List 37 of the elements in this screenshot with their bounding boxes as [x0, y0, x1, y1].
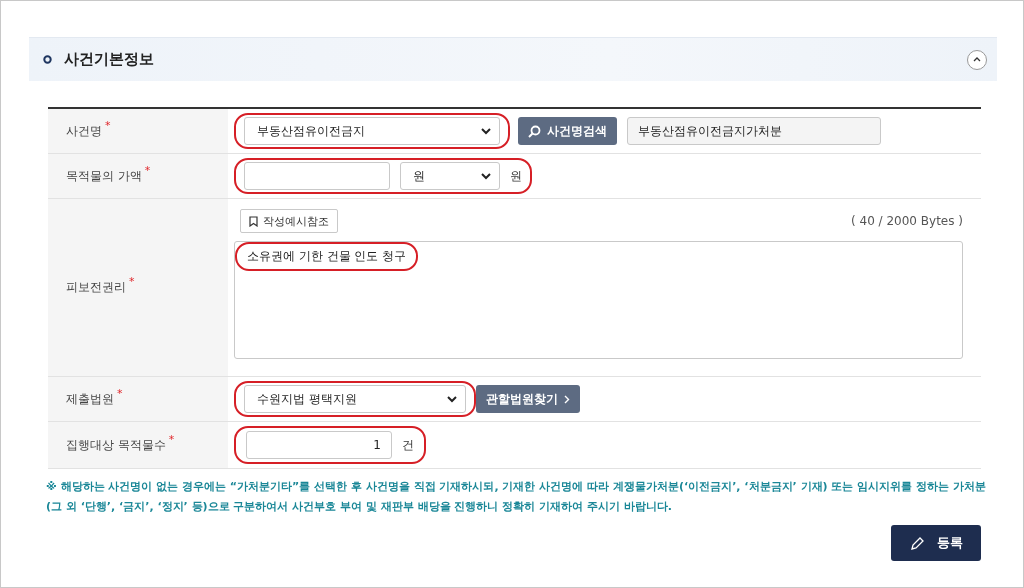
case-name-field[interactable]: 부동산점유이전금지가처분 [627, 117, 881, 145]
required-mark: * [117, 386, 123, 400]
field-label: 목적물의 가액 [66, 167, 142, 185]
byte-counter: ( 40 / 2000 Bytes ) [851, 214, 963, 228]
court-select[interactable]: 수원지법 평택지원 [244, 385, 466, 413]
required-mark: * [129, 275, 135, 288]
circle-bullet-icon [43, 55, 52, 64]
required-mark: * [105, 118, 111, 132]
search-icon [528, 124, 541, 138]
example-button[interactable]: 작성예시참조 [240, 209, 338, 233]
unit-label: 건 [402, 436, 414, 454]
chevron-right-icon [564, 394, 570, 404]
pencil-icon [909, 535, 925, 551]
court-find-button[interactable]: 관할법원찾기 [476, 385, 580, 413]
case-search-button[interactable]: 사건명검색 [518, 117, 617, 145]
required-mark: * [144, 163, 151, 177]
required-mark: * [168, 432, 175, 446]
amount-field[interactable] [244, 162, 390, 190]
field-label: 제출법원 [66, 390, 114, 408]
bookmark-icon [249, 215, 258, 227]
count-field[interactable]: 1 [246, 431, 392, 459]
field-value: 소유권에 기한 건물 인도 청구 [247, 248, 407, 265]
register-button[interactable]: 등록 [891, 525, 981, 561]
dropdown-caret-icon [481, 172, 491, 180]
collapse-button[interactable] [967, 49, 987, 70]
case-name-select[interactable]: 부동산점유이전금지 [244, 117, 500, 145]
dropdown-caret-icon [481, 127, 491, 135]
currency-select[interactable]: 원 [400, 162, 500, 190]
field-label: 사건명 [66, 122, 102, 140]
chevron-up-icon [973, 57, 981, 62]
notice-text: ※ 해당하는 사건명이 없는 경우에는 “가처분기타”를 선택한 후 사건명을 직접 기재하시되, 기재한 사건명에 따라 계쟁물가처분(‘이전금지’, ‘처분금지’ 기재) 또는 임시지위를 정하는 가처분(그 외 ‘단행’, ‘금지’, ‘정지’ 등)으로 구분하여서 사건부호 부여 및 재판부 배당을 진행하니 정확히 기재하여 주시기 바랍니다. [46, 479, 987, 515]
text-area[interactable]: 소유권에 기한 건물 인도 청구 [234, 241, 963, 359]
field-label: 피보전권리 [66, 279, 126, 296]
field-label: 집행대상 목적물수 [66, 436, 166, 454]
section-title: 사건기본정보 [64, 50, 155, 69]
dropdown-caret-icon [447, 395, 457, 403]
unit-label: 원 [510, 167, 522, 185]
